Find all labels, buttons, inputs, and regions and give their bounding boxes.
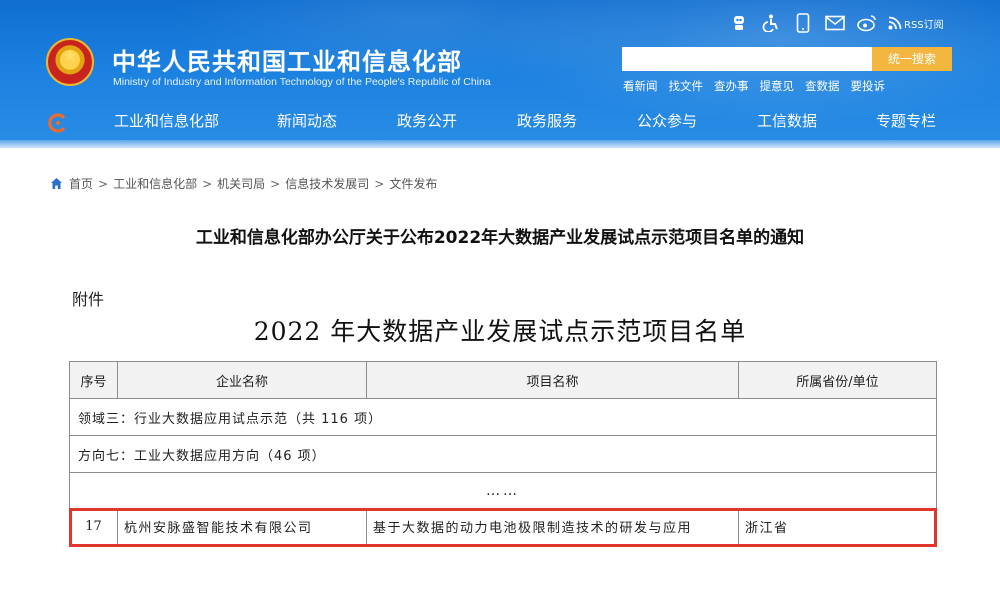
breadcrumb-documents[interactable]: 文件发布 xyxy=(389,175,437,192)
column-header-number: 序号 xyxy=(69,361,118,399)
nav-item-data[interactable]: 工信数据 xyxy=(757,110,817,131)
accessibility-icon[interactable] xyxy=(760,12,782,34)
mail-icon[interactable] xyxy=(824,12,846,34)
search-input[interactable] xyxy=(622,47,872,71)
quick-link-complaints[interactable]: 要投诉 xyxy=(851,78,886,94)
ministry-name-cn[interactable]: 中华人民共和国工业和信息化部 xyxy=(112,42,462,77)
nav-item-public-participation[interactable]: 公众参与 xyxy=(637,110,697,131)
quick-links: 看新闻 找文件 查办事 提意见 查数据 要投诉 xyxy=(623,78,896,94)
cell-project: 基于大数据的动力电池极限制造技术的研发与应用 xyxy=(366,508,739,545)
page-title: 工业和信息化部办公厅关于公布2022年大数据产业发展试点示范项目名单的通知 xyxy=(195,228,805,248)
column-header-project: 项目名称 xyxy=(366,361,739,399)
table-row: 17 杭州安脉盛智能技术有限公司 基于大数据的动力电池极限制造技术的研发与应用 … xyxy=(69,508,937,545)
nav-item-government-services[interactable]: 政务服务 xyxy=(517,110,577,131)
quick-link-services[interactable]: 查办事 xyxy=(714,78,749,94)
nav-item-news[interactable]: 新闻动态 xyxy=(277,110,337,131)
breadcrumb-separator: > xyxy=(374,176,385,191)
domain-cell: 领域三：行业大数据应用试点示范（共 116 项） xyxy=(69,398,937,436)
quick-link-files[interactable]: 找文件 xyxy=(669,78,704,94)
attachment-label: 附件 xyxy=(72,290,105,309)
document-title: 2022 年大数据产业发展试点示范项目名单 xyxy=(253,317,747,346)
direction-cell: 方向七：工业大数据应用方向（46 项） xyxy=(69,435,937,473)
ellipsis-cell: …… xyxy=(69,472,937,509)
breadcrumb-separator: > xyxy=(98,176,109,191)
breadcrumb-departments[interactable]: 机关司局 xyxy=(217,175,265,192)
cell-province: 浙江省 xyxy=(738,508,937,545)
table-header-row: 序号 企业名称 项目名称 所属省份/单位 xyxy=(69,361,937,399)
mobile-icon[interactable] xyxy=(792,12,814,34)
breadcrumb: 首页 > 工业和信息化部 > 机关司局 > 信息技术发展司 > 文件发布 xyxy=(50,175,437,192)
breadcrumb-home[interactable]: 首页 xyxy=(69,175,93,192)
top-icon-bar: RSS订阅 xyxy=(728,12,944,34)
column-header-company: 企业名称 xyxy=(117,361,367,399)
weibo-icon[interactable] xyxy=(856,12,878,34)
cell-company: 杭州安脉盛智能技术有限公司 xyxy=(117,508,367,545)
rss-link[interactable]: RSS订阅 xyxy=(888,16,944,31)
site-header: ★ 中华人民共和国工业和信息化部 Ministry of Industry an… xyxy=(0,0,1000,148)
ellipsis-row: …… xyxy=(69,472,937,509)
header-bottom-band xyxy=(0,140,1000,148)
column-header-province: 所属省份/单位 xyxy=(738,361,937,399)
breadcrumb-it-development[interactable]: 信息技术发展司 xyxy=(285,175,369,192)
rss-icon xyxy=(888,16,902,30)
breadcrumb-separator: > xyxy=(270,176,281,191)
main-nav: 工业和信息化部 新闻动态 政务公开 政务服务 公众参与 工信数据 专题专栏 xyxy=(0,110,1000,136)
direction-row: 方向七：工业大数据应用方向（46 项） xyxy=(69,435,937,473)
quick-link-news[interactable]: 看新闻 xyxy=(623,78,658,94)
nav-item-ministry[interactable]: 工业和信息化部 xyxy=(114,110,219,131)
robot-icon[interactable] xyxy=(728,12,750,34)
nav-item-government-affairs[interactable]: 政务公开 xyxy=(397,110,457,131)
rss-label: RSS订阅 xyxy=(904,19,944,31)
domain-row: 领域三：行业大数据应用试点示范（共 116 项） xyxy=(69,398,937,436)
project-list-table: 序号 企业名称 项目名称 所属省份/单位 领域三：行业大数据应用试点示范（共 1… xyxy=(69,361,937,545)
breadcrumb-separator: > xyxy=(202,176,213,191)
home-icon xyxy=(51,178,62,189)
quick-link-feedback[interactable]: 提意见 xyxy=(760,78,795,94)
breadcrumb-ministry[interactable]: 工业和信息化部 xyxy=(113,175,197,192)
quick-link-data[interactable]: 查数据 xyxy=(805,78,840,94)
ministry-name-en: Ministry of Industry and Information Tec… xyxy=(113,76,491,88)
search-button[interactable]: 统一搜索 xyxy=(872,47,952,71)
national-emblem-logo[interactable]: ★ xyxy=(46,38,94,86)
emblem-star-icon: ★ xyxy=(62,46,78,65)
cell-number: 17 xyxy=(69,508,118,545)
nav-item-special-topics[interactable]: 专题专栏 xyxy=(876,110,936,131)
